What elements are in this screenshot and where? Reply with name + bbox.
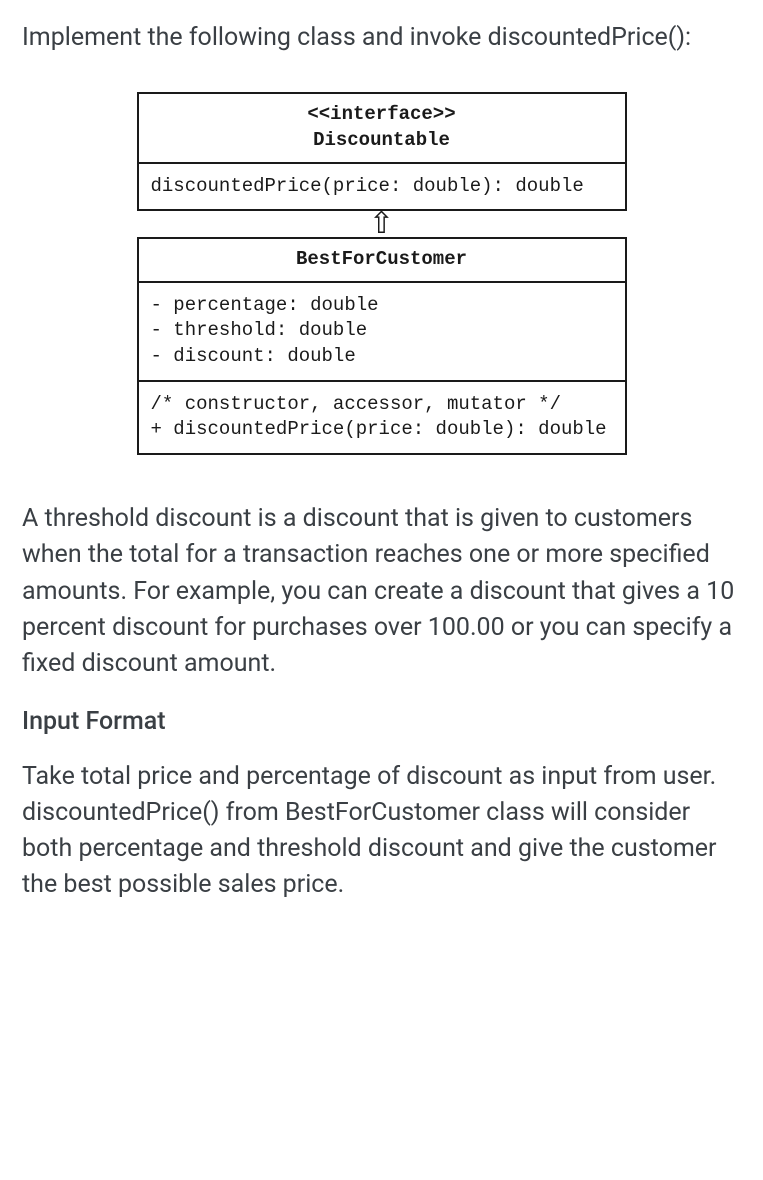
uml-interface-name: Discountable bbox=[149, 128, 615, 154]
uml-class-box: BestForCustomer - percentage: double - t… bbox=[137, 237, 627, 455]
uml-class-operations: /* constructor, accessor, mutator */ + d… bbox=[139, 382, 625, 453]
uml-realization-arrow: ⇧ bbox=[369, 211, 394, 237]
input-format-text: Take total price and percentage of disco… bbox=[22, 759, 741, 904]
description-text: A threshold discount is a discount that … bbox=[22, 501, 741, 682]
uml-stereotype: <<interface>> bbox=[149, 102, 615, 128]
arrow-up-icon: ⇧ bbox=[369, 209, 394, 239]
uml-interface-box: <<interface>> Discountable discountedPri… bbox=[137, 92, 627, 211]
uml-diagram: <<interface>> Discountable discountedPri… bbox=[22, 92, 741, 455]
uml-interface-method: discountedPrice(price: double): double bbox=[139, 164, 625, 210]
input-format-heading: Input Format bbox=[22, 704, 741, 740]
intro-text: Implement the following class and invoke… bbox=[22, 20, 741, 56]
uml-interface-header: <<interface>> Discountable bbox=[139, 94, 625, 163]
uml-class-name: BestForCustomer bbox=[139, 239, 625, 283]
uml-class-attributes: - percentage: double - threshold: double… bbox=[139, 283, 625, 382]
